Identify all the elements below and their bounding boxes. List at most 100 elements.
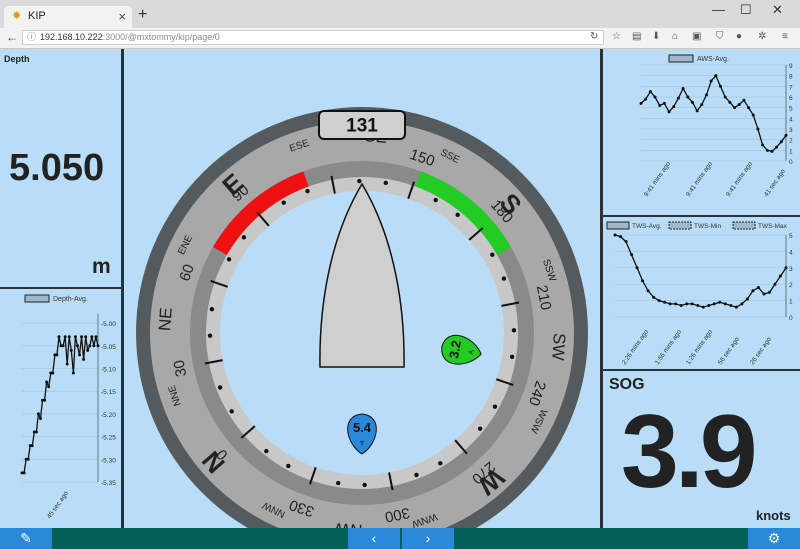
degree-label: 30 <box>170 358 190 378</box>
menu-icon[interactable]: ≡ <box>782 31 788 42</box>
info-icon[interactable]: ⓘ <box>27 32 36 42</box>
data-point <box>43 398 47 402</box>
browser-tab[interactable]: ✸ KIP × <box>4 6 132 28</box>
data-point <box>75 344 79 348</box>
minor-tick-dot <box>414 472 419 478</box>
bottom-nav-bar: ✎ ‹ › ⚙ <box>0 528 800 549</box>
minor-tick-dot <box>455 212 460 218</box>
x-tick-label: 9:41 mins ago <box>643 160 672 198</box>
depth-unit: m <box>92 255 111 278</box>
url-host: 192.168.10.222 <box>40 32 103 42</box>
bookmark-star-icon[interactable]: ☆ <box>612 31 621 42</box>
minor-tick-dot <box>305 188 310 194</box>
back-arrow-icon[interactable]: ← <box>6 30 18 44</box>
minor-tick-dot <box>286 463 291 469</box>
compass-widget[interactable]: 0306090150180210240270300330NESWNESESWNW… <box>124 49 600 528</box>
brush-settings-button[interactable]: ✎ <box>0 528 52 549</box>
data-point <box>756 127 760 131</box>
gear-icon: ⚙ <box>767 530 781 546</box>
x-tick-label: 9:41 mins ago <box>685 160 714 198</box>
y-tick-label: 1 <box>789 299 793 306</box>
data-point <box>723 302 727 306</box>
y-tick-label: 3 <box>789 127 793 134</box>
data-point <box>742 98 746 102</box>
maximize-window-icon[interactable]: ☐ <box>740 2 752 18</box>
url-field[interactable]: ⓘ 192.168.10.222:3000/@mxtommy/kip/page/0 <box>22 30 604 45</box>
data-point <box>686 95 690 99</box>
sog-value: 3.9 <box>621 394 758 510</box>
new-tab-button[interactable]: + <box>138 6 147 24</box>
data-point <box>737 102 741 106</box>
depth-title: Depth <box>4 54 30 64</box>
y-tick-label: -5.05 <box>101 344 116 351</box>
depth-widget[interactable]: Depth 5.050 m <box>0 49 121 287</box>
x-tick-label: 45 sec ago <box>46 490 70 520</box>
data-point <box>662 101 666 105</box>
data-point <box>84 335 88 339</box>
data-point <box>652 295 656 299</box>
minor-tick-dot <box>501 276 507 281</box>
data-point <box>45 380 49 384</box>
data-point <box>663 300 667 304</box>
data-point <box>69 348 73 352</box>
data-point <box>653 95 657 99</box>
y-tick-label: -5.00 <box>101 321 116 328</box>
data-point <box>667 110 671 114</box>
data-point <box>773 282 777 286</box>
depth-chart: Depth-Avg. -5.00 -5.05 -5.10 -5.15 -5.20 -5.25… <box>20 294 116 520</box>
tab-title: KIP <box>28 10 46 22</box>
data-point <box>38 416 42 420</box>
y-tick-label: -5.15 <box>101 389 116 396</box>
y-tick-label: 8 <box>789 74 793 81</box>
data-point <box>784 133 788 137</box>
ublock-shield-icon[interactable]: ⛉ <box>716 31 724 42</box>
legend-swatch <box>668 221 692 230</box>
legend-swatch <box>732 221 756 230</box>
y-tick-label: -5.35 <box>101 480 116 487</box>
next-page-button[interactable]: › <box>402 528 454 549</box>
download-icon[interactable]: ⬇ <box>652 31 660 42</box>
reload-icon[interactable]: ↻ <box>590 31 598 42</box>
extension-globe-icon[interactable]: ● <box>736 31 742 42</box>
y-tick-label: -5.30 <box>101 457 116 464</box>
previous-page-button[interactable]: ‹ <box>348 528 400 549</box>
y-tick-label: 4 <box>789 249 793 256</box>
extension-network-icon[interactable]: ✲ <box>758 31 766 42</box>
close-window-icon[interactable]: ✕ <box>772 2 783 18</box>
minor-tick-dot <box>383 180 388 186</box>
tws-chart-widget[interactable]: TWS-Avg. TWS-Min TWS-Max 5 4 3 2 1 0 2:26 mins ag… <box>603 217 800 369</box>
sog-widget[interactable]: SOG 3.9 knots <box>603 371 800 528</box>
close-tab-icon[interactable]: × <box>118 9 126 24</box>
home-icon[interactable]: ⌂ <box>672 31 678 42</box>
data-point <box>657 299 661 303</box>
extension-s-icon[interactable]: ▣ <box>692 31 701 42</box>
data-point <box>644 97 648 101</box>
browser-tab-strip: ✸ KIP × + — ☐ ✕ <box>0 0 800 28</box>
depth-chart-widget[interactable]: Depth-Avg. -5.00 -5.05 -5.10 -5.15 -5.20 -5.25… <box>0 289 121 528</box>
y-tick-label: 9 <box>789 63 793 70</box>
settings-button[interactable]: ⚙ <box>748 528 800 549</box>
data-point <box>639 101 643 105</box>
minimize-window-icon[interactable]: — <box>712 2 725 17</box>
reading-list-icon[interactable]: ▤ <box>632 31 641 42</box>
data-point <box>740 302 744 306</box>
data-point <box>88 344 92 348</box>
data-point <box>65 362 69 366</box>
data-point <box>745 297 749 301</box>
y-tick-label: 4 <box>789 116 793 123</box>
data-point <box>61 344 65 348</box>
sog-unit: knots <box>756 508 791 523</box>
data-point <box>624 240 628 244</box>
series-line <box>22 336 99 474</box>
tws-chart: TWS-Avg. TWS-Min TWS-Max5 4 3 2 1 0 2:26 mins ag… <box>606 221 793 366</box>
data-point <box>92 344 96 348</box>
y-tick-label: -5.10 <box>101 366 116 373</box>
aws-chart-widget[interactable]: AWS-Avg. 9 8 7 6 5 4 3 2 1 0 9:41 mins ago 9:41 mins… <box>603 49 800 215</box>
data-point <box>729 304 733 308</box>
y-tick-label: 5 <box>789 106 793 113</box>
data-point <box>646 289 650 293</box>
data-point <box>690 302 694 306</box>
data-point <box>63 335 67 339</box>
data-point <box>613 233 617 237</box>
minor-tick-dot <box>217 385 223 390</box>
